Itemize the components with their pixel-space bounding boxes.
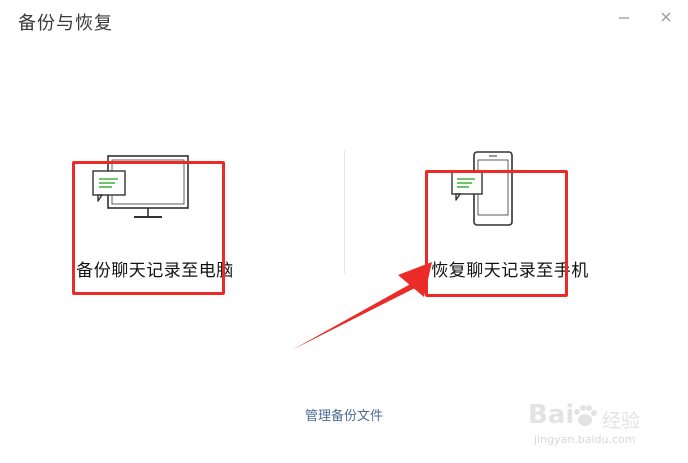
annotation-arrow-icon [292, 262, 432, 350]
backup-restore-window: 备份与恢复 备份聊天记录至电脑 恢复聊天记录至手机 管理备份文件 Bai 经验 … [0, 0, 688, 463]
watermark-cn: 经验 [602, 410, 641, 432]
watermark-brand: Bai [528, 400, 575, 430]
watermark-url: jingyan.baidu.com [534, 433, 636, 446]
paw-icon [574, 405, 597, 426]
baidu-watermark: Bai 经验 jingyan.baidu.com [528, 400, 688, 463]
